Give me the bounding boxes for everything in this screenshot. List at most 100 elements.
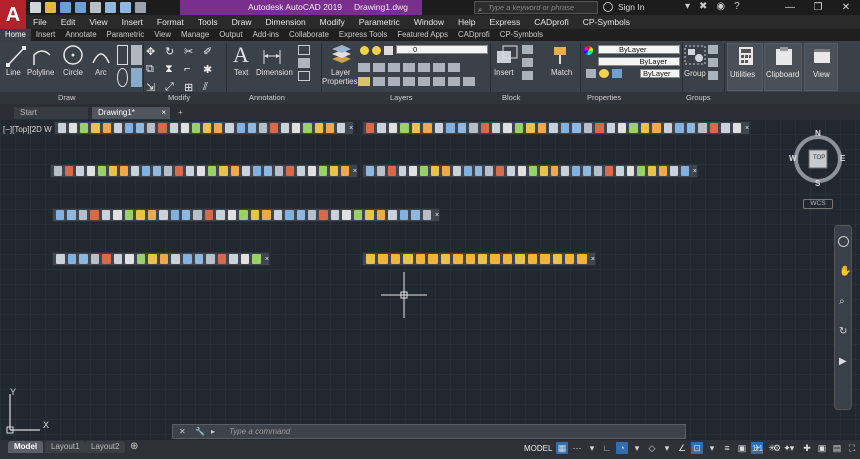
model-space-button[interactable]: MODEL [524,444,552,453]
toolbar-tool-icon[interactable] [113,123,122,133]
toolbar-tool-icon[interactable] [721,123,730,133]
layer-freeze-icon[interactable] [372,46,381,55]
layer-tool-icon[interactable] [418,63,430,72]
toolbar-tool-icon[interactable] [158,123,167,133]
menu-express[interactable]: Express [483,17,528,27]
toolbar-tool-icon[interactable] [87,166,96,176]
tab-featured-apps[interactable]: Featured Apps [392,29,453,41]
close-toolbar-icon[interactable]: × [693,168,697,175]
menu-file[interactable]: File [26,17,54,27]
snap-icon[interactable]: ⋯ [571,442,583,454]
toolbar-tool-icon[interactable] [340,166,349,176]
tab-layout2[interactable]: Layout2 [85,441,126,453]
object-snap-icon[interactable]: ⊡ [691,442,703,454]
edit-block-icon[interactable] [522,58,533,67]
tab-cp-symbols[interactable]: CP-Symbols [495,29,548,41]
toolbar-tool-icon[interactable] [56,254,65,264]
toolbar-tool-icon[interactable] [65,166,74,176]
menu-draw[interactable]: Draw [225,17,259,27]
grid-icon[interactable]: ▦ [556,442,568,454]
toolbar-tool-icon[interactable] [67,210,76,220]
menu-view[interactable]: View [82,17,114,27]
tab-manage[interactable]: Manage [176,29,214,41]
toolbar-tool-icon[interactable] [131,166,140,176]
toolbar-tool-icon[interactable] [124,210,134,220]
polyline-button[interactable]: Polyline [27,68,54,77]
toolbar-tool-icon[interactable] [366,254,376,264]
dropdown-icon[interactable]: ▾ [631,442,643,454]
toolbar-tool-icon[interactable] [191,123,201,133]
layer-tool-icon[interactable] [433,63,445,72]
toolbar-tool-icon[interactable] [102,254,111,264]
rotate-icon[interactable]: ↻ [165,45,179,58]
toolbar-tool-icon[interactable] [164,166,173,176]
tab-cadprofi[interactable]: CADprofi [453,29,495,41]
toolbar-tool-icon[interactable] [453,254,463,264]
toolbar-tool-icon[interactable] [219,166,228,176]
hatch-icon[interactable] [131,45,142,65]
toolbar-tool-icon[interactable] [398,166,407,176]
view-panel-button[interactable]: View [804,43,838,91]
toolbar-tool-icon[interactable] [490,254,500,264]
toolbar-tool-icon[interactable] [732,123,741,133]
toolbar-tool-icon[interactable] [171,254,181,264]
dropdown-icon[interactable]: ▾ [661,442,673,454]
sign-in-button[interactable]: Sign In [618,2,644,12]
toolbar-tool-icon[interactable] [550,166,559,176]
toolbar-tool-icon[interactable] [113,254,123,264]
toolbar-tool-icon[interactable] [240,254,250,264]
move-icon[interactable]: ✥ [146,45,160,58]
group-button[interactable]: Group [684,69,706,78]
toolbar-tool-icon[interactable] [296,210,305,220]
toolbar-tool-icon[interactable] [124,123,134,133]
tab-home[interactable]: Home [0,29,31,41]
tab-output[interactable]: Output [214,29,247,41]
viewport-controls-label[interactable]: [−][Top][2D W [3,125,52,134]
hardware-acceleration-icon[interactable]: ▤ [831,442,843,454]
arc-icon[interactable] [90,45,112,67]
attribute-icon[interactable] [522,71,533,80]
toolbar-tool-icon[interactable] [252,166,261,176]
menu-dimension[interactable]: Dimension [259,17,313,27]
toolbar-tool-icon[interactable] [388,210,397,220]
toolbar-tool-icon[interactable] [183,254,192,264]
toolbar-tool-icon[interactable] [159,254,169,264]
layer-tool-icon[interactable] [403,63,415,72]
toolbar-tool-icon[interactable] [659,166,668,176]
ungroup-icon[interactable] [708,45,718,54]
insert-button[interactable]: Insert [494,68,514,77]
layer-tool-icon[interactable] [373,63,385,72]
toolbar-tool-icon[interactable] [314,123,323,133]
toolbar-tool-icon[interactable] [431,166,440,176]
undo-icon[interactable] [105,2,116,13]
help-icon[interactable]: ? [734,1,740,12]
ellipse-icon[interactable] [117,67,128,87]
toolbar-tool-icon[interactable] [90,210,99,220]
toolbar-tool-icon[interactable] [91,123,100,133]
color-wheel-icon[interactable] [584,46,593,55]
tab-drawing1[interactable]: Drawing1* × [92,107,170,119]
share-icon[interactable] [135,2,146,13]
list-icon[interactable] [586,69,596,78]
toolbar-tool-icon[interactable] [577,254,587,264]
toolbar-tool-icon[interactable] [514,123,524,133]
toolbar-tool-icon[interactable] [325,123,334,133]
viewcube-top[interactable]: TOP [813,155,825,161]
toolbar-tool-icon[interactable] [400,123,409,133]
toolbar-tool-icon[interactable] [507,166,516,176]
viewcube-east[interactable]: E [840,154,845,163]
toolbar-tool-icon[interactable] [80,123,89,133]
toolbar-tool-icon[interactable] [652,123,661,133]
toolbar-tool-icon[interactable] [583,166,592,176]
toolbar-tool-icon[interactable] [147,123,156,133]
layer-tool-icon[interactable] [358,77,370,86]
toolbar-tool-icon[interactable] [247,123,256,133]
toolbar-tool-icon[interactable] [428,254,438,264]
layer-tool-icon[interactable] [358,63,370,72]
toolbar-tool-icon[interactable] [258,123,267,133]
toolbar-tool-icon[interactable] [376,210,386,220]
layer-tool-icon[interactable] [448,77,460,86]
command-line[interactable]: ✕ 🔧 ▸ Type a command [172,424,686,439]
toolbar-tool-icon[interactable] [709,123,719,133]
toolbar-tool-icon[interactable] [526,123,535,133]
